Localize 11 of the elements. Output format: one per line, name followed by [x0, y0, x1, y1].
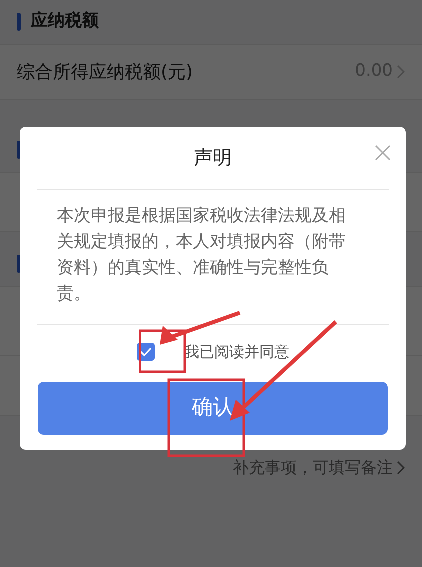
- declaration-text: 本次申报是根据国家税收法律法规及相关规定填报的，本人对填报内容（附带资料）的真实性、准确性与完整性负责。: [57, 205, 347, 306]
- highlight-frame: [139, 330, 186, 374]
- chevron-icon: [397, 65, 405, 79]
- section-marker-icon: [17, 13, 21, 31]
- note-link[interactable]: 补充事项，可填写备注: [233, 456, 393, 480]
- dialog-title: 声明: [194, 146, 232, 171]
- confirm-button[interactable]: 确认: [38, 382, 388, 434]
- chevron-icon: [397, 461, 405, 475]
- row-label: 综合所得应纳税额(元): [17, 60, 194, 84]
- check-icon: [140, 347, 152, 358]
- section-title: 应纳税额: [31, 10, 99, 34]
